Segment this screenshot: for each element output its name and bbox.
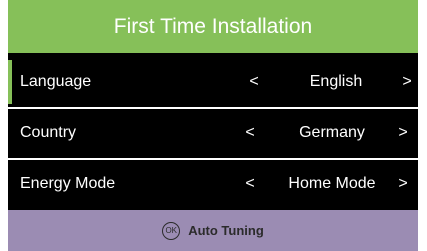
divider xyxy=(8,158,418,160)
country-value: Germany xyxy=(299,124,365,141)
divider xyxy=(8,107,418,109)
previous-option-arrow[interactable]: < xyxy=(243,124,257,142)
row-energy-mode[interactable]: Energy Mode < Home Mode > xyxy=(8,162,418,206)
next-option-arrow[interactable]: > xyxy=(396,124,410,142)
language-value: English xyxy=(309,73,363,90)
row-label: Energy Mode xyxy=(20,175,116,192)
row-language[interactable]: Language < English > xyxy=(8,60,418,104)
installation-panel: First Time Installation Language < Engli… xyxy=(8,0,418,251)
row-label: Language xyxy=(20,73,92,90)
row-country[interactable]: Country < Germany > xyxy=(8,111,418,155)
previous-option-arrow[interactable]: < xyxy=(247,73,261,91)
next-option-arrow[interactable]: > xyxy=(396,175,410,193)
auto-tuning-label: Auto Tuning xyxy=(188,223,264,238)
footer-bar[interactable]: OK Auto Tuning xyxy=(8,210,418,251)
page-title: First Time Installation xyxy=(8,0,418,53)
row-label: Country xyxy=(20,124,77,141)
previous-option-arrow[interactable]: < xyxy=(243,175,257,193)
energy-mode-value: Home Mode xyxy=(288,175,376,192)
ok-button-icon: OK xyxy=(162,221,181,240)
next-option-arrow[interactable]: > xyxy=(400,73,414,91)
